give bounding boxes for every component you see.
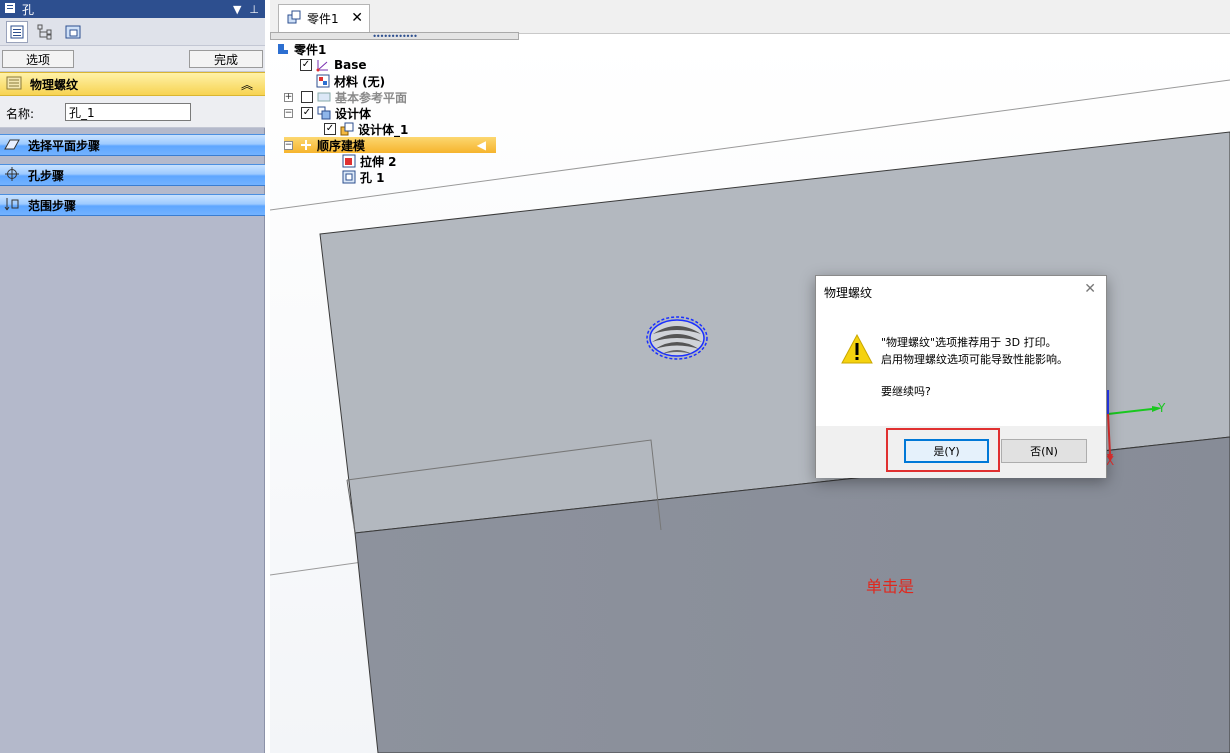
part-icon xyxy=(276,42,290,56)
part-icon xyxy=(287,10,301,27)
step-select-plane[interactable]: 选择平面步骤 xyxy=(0,134,265,156)
section-title: 物理螺纹 xyxy=(30,77,79,92)
collapse-icon[interactable]: − xyxy=(284,108,293,118)
feature-icon[interactable] xyxy=(62,21,84,43)
section-physical-thread[interactable]: 物理螺纹 ︽ xyxy=(0,72,265,96)
extrude-icon xyxy=(342,154,356,168)
tree-icon[interactable] xyxy=(34,21,56,43)
arrow-left-icon: ◀ xyxy=(476,138,486,152)
property-panel: 孔 ▼ ⊥ 选项 完成 物理螺纹 ︽ 名称: 选择平面步骤 xyxy=(0,0,265,753)
material-icon xyxy=(316,74,330,88)
no-button[interactable]: 否(N) xyxy=(1001,439,1087,463)
name-input[interactable] xyxy=(65,103,191,121)
tree-label: 基本参考平面 xyxy=(335,90,408,105)
feature-tree: 零件1 ✓ Base 材料 (无) + 基本参考平面 − ✓ 设计体 ✓ 设计体 xyxy=(270,40,530,190)
warning-icon xyxy=(841,333,873,364)
plane-icon xyxy=(317,90,331,104)
tree-label: Base xyxy=(334,58,367,72)
tree-node-base[interactable]: ✓ Base xyxy=(300,57,367,73)
axis-y-label: Y xyxy=(1158,401,1166,415)
tree-splitter-handle[interactable]: •••••••••••• xyxy=(270,32,519,41)
design-body-icon xyxy=(317,106,331,120)
options-button[interactable]: 选项 xyxy=(2,50,74,68)
panel-tabs xyxy=(0,18,265,46)
close-icon[interactable]: ✕ xyxy=(351,10,363,26)
dialog-title: 物理螺纹 xyxy=(824,286,873,300)
checkbox[interactable]: ✓ xyxy=(301,107,313,119)
tree-node-ordered-modeling[interactable]: − 顺序建模 ◀ xyxy=(284,137,496,153)
step-label: 孔步骤 xyxy=(28,168,65,183)
tab-label: 零件1 xyxy=(307,12,339,26)
dialog-message-line1: "物理螺纹"选项推荐用于 3D 打印。 xyxy=(881,336,1057,349)
ordered-icon xyxy=(299,138,313,152)
crosshair-icon xyxy=(4,166,20,184)
hole-icon xyxy=(342,170,356,184)
collapse-icon[interactable]: − xyxy=(284,140,293,150)
finish-button[interactable]: 完成 xyxy=(189,50,263,68)
step-label: 选择平面步骤 xyxy=(28,138,101,153)
tree-node-part[interactable]: 零件1 xyxy=(276,41,326,57)
collapse-icon[interactable]: ︽ xyxy=(241,76,253,93)
checkbox[interactable]: ✓ xyxy=(324,123,336,135)
tree-node-design-body[interactable]: − ✓ 设计体 xyxy=(284,105,371,121)
tree-label: 零件1 xyxy=(294,42,327,57)
tree-label: 顺序建模 xyxy=(317,138,366,153)
annotation-hint: 单击是 xyxy=(866,577,915,596)
checkbox[interactable] xyxy=(301,91,313,103)
checkbox[interactable]: ✓ xyxy=(300,59,312,71)
document-tab-strip: 零件1 ✕ xyxy=(270,0,1230,34)
axis-x-label: X xyxy=(1106,454,1115,468)
tree-label: 设计体_1 xyxy=(358,122,409,137)
properties-icon[interactable] xyxy=(6,20,28,43)
dialog-question: 要继续吗? xyxy=(881,385,931,398)
dialog-message-line2: 启用物理螺纹选项可能导致性能影响。 xyxy=(881,353,1068,366)
yes-button-highlight xyxy=(886,428,1000,472)
tree-node-ref-planes[interactable]: + 基本参考平面 xyxy=(284,89,407,105)
tab-part1[interactable]: 零件1 ✕ xyxy=(278,4,370,32)
tree-node-extrude[interactable]: 拉伸 2 xyxy=(342,153,397,169)
panel-title: 孔 xyxy=(22,2,35,17)
thread-icon xyxy=(6,76,22,93)
pin-icon[interactable]: ⊥ xyxy=(249,3,259,16)
step-label: 范围步骤 xyxy=(28,198,77,213)
base-coordinate-icon xyxy=(316,58,330,72)
panel-title-bar: 孔 ▼ ⊥ xyxy=(0,0,265,18)
expand-icon[interactable]: + xyxy=(284,92,293,102)
tree-node-material[interactable]: 材料 (无) xyxy=(316,73,385,89)
tree-label: 材料 (无) xyxy=(334,74,386,89)
close-icon[interactable]: ✕ xyxy=(1084,281,1096,297)
name-label: 名称: xyxy=(6,107,35,121)
tree-label: 孔 1 xyxy=(360,170,385,185)
panel-button-row: 选项 完成 xyxy=(0,46,265,72)
step-extent[interactable]: 范围步骤 xyxy=(0,194,265,216)
plane-step-icon xyxy=(4,137,20,154)
dropdown-icon[interactable]: ▼ xyxy=(233,3,241,16)
step-hole[interactable]: 孔步骤 xyxy=(0,164,265,186)
tree-node-design-body-1[interactable]: ✓ 设计体_1 xyxy=(324,121,408,137)
tree-node-hole[interactable]: 孔 1 xyxy=(342,169,385,185)
name-row: 名称: xyxy=(0,96,265,128)
tree-label: 设计体 xyxy=(335,106,372,121)
extent-icon xyxy=(4,197,20,214)
tree-label: 拉伸 2 xyxy=(360,154,397,169)
panel-icon xyxy=(4,2,16,17)
body-icon xyxy=(340,122,354,136)
